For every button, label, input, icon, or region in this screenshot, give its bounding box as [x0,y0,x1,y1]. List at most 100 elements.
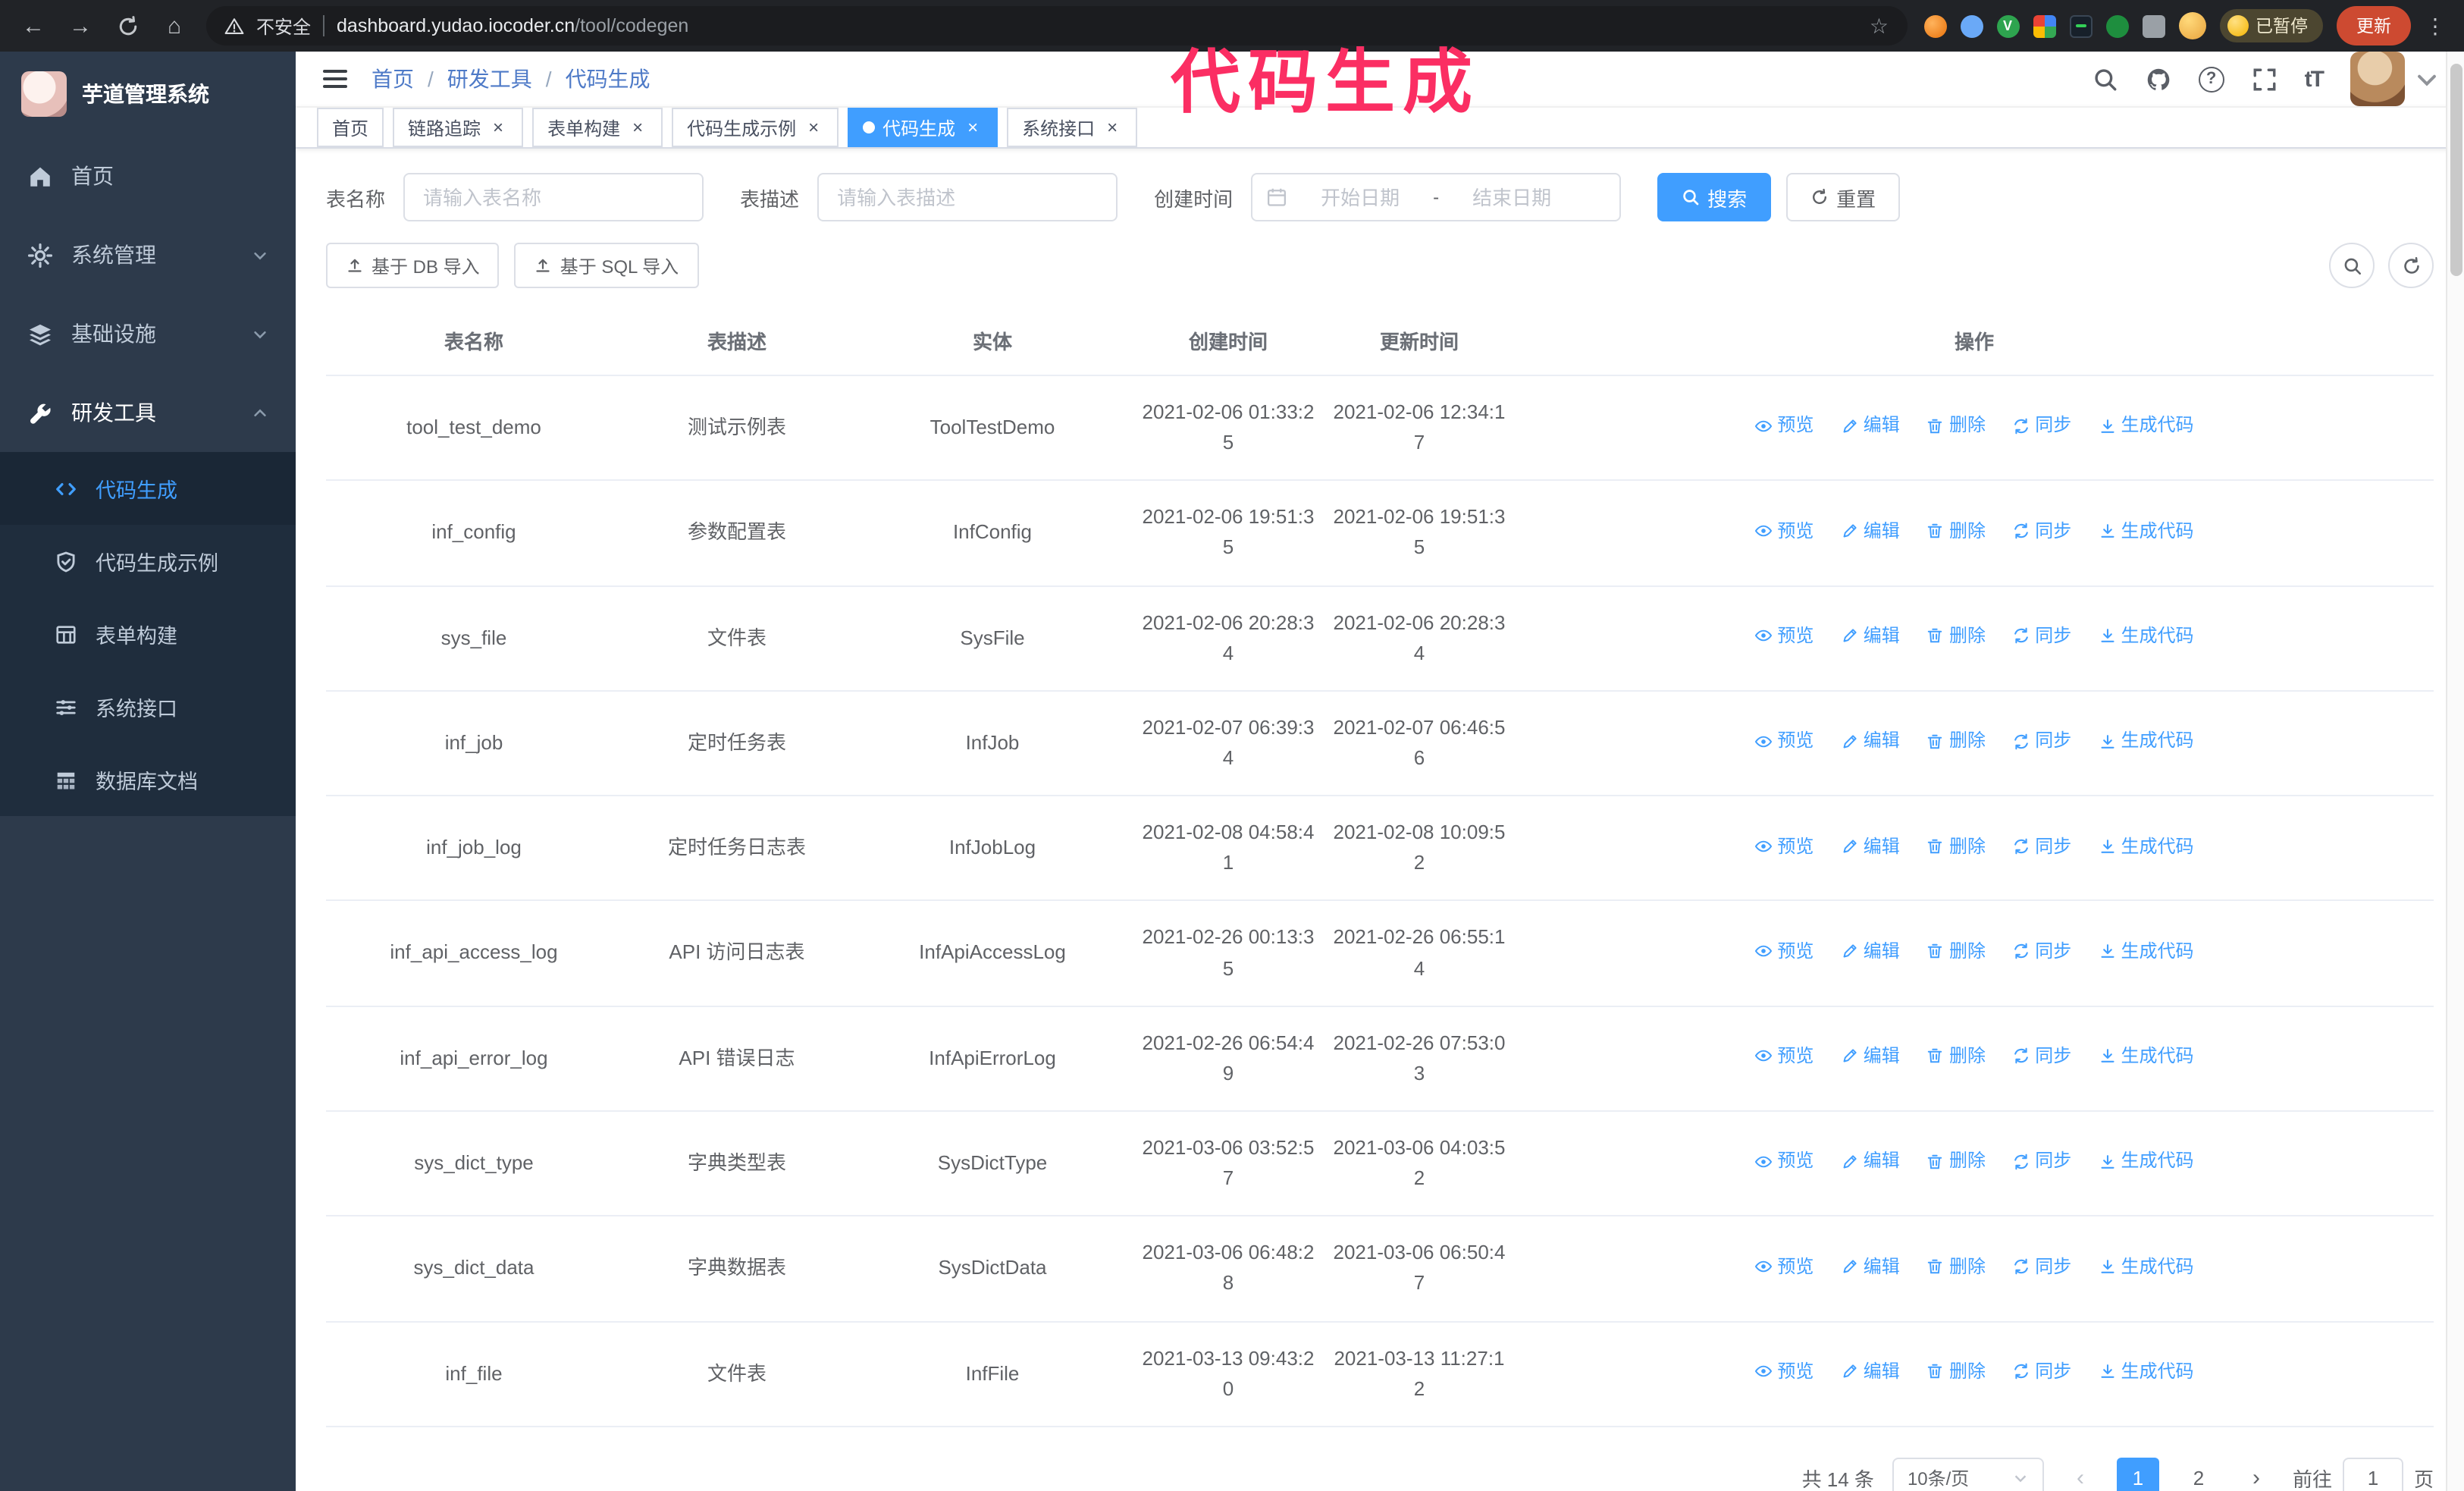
generate-code-link[interactable]: 生成代码 [2099,1252,2194,1280]
help-icon[interactable]: ? [2198,66,2224,92]
preview-link[interactable]: 预览 [1754,1042,1814,1070]
date-range-picker[interactable]: - [1251,173,1622,221]
sync-link[interactable]: 同步 [2012,516,2071,545]
goto-page-input[interactable] [2342,1457,2403,1491]
tab-trace[interactable]: 链路追踪 × [393,108,524,147]
sync-link[interactable]: 同步 [2012,1042,2071,1070]
font-size-icon[interactable]: tT [2305,66,2324,92]
hamburger-button[interactable] [320,64,350,94]
extension-icon[interactable] [1923,14,1946,37]
back-button[interactable]: ← [18,13,49,39]
edit-link[interactable]: 编辑 [1841,1147,1900,1176]
preview-link[interactable]: 预览 [1754,412,1814,440]
sync-link[interactable]: 同步 [2012,412,2071,440]
delete-link[interactable]: 删除 [1926,516,1986,545]
sync-link[interactable]: 同步 [2012,1147,2071,1176]
end-date-input[interactable] [1445,186,1579,209]
preview-link[interactable]: 预览 [1754,832,1814,860]
table-name-input[interactable] [403,173,704,221]
refresh-table-button[interactable] [2388,243,2434,288]
generate-code-link[interactable]: 生成代码 [2099,412,2194,440]
search-icon[interactable] [2093,66,2118,92]
sidebar-subitem-system-api[interactable]: 系统接口 [0,670,296,743]
preview-link[interactable]: 预览 [1754,1147,1814,1176]
delete-link[interactable]: 删除 [1926,1252,1986,1280]
edit-link[interactable]: 编辑 [1841,412,1900,440]
tab-codegen[interactable]: 代码生成 × [848,108,998,147]
github-icon[interactable] [2146,66,2171,92]
page-button-2[interactable]: 2 [2177,1458,2220,1491]
edit-link[interactable]: 编辑 [1841,832,1900,860]
paused-badge[interactable]: 已暂停 [2219,9,2323,42]
delete-link[interactable]: 删除 [1926,622,1986,650]
tab-home[interactable]: 首页 [317,108,384,147]
delete-link[interactable]: 删除 [1926,1358,1986,1386]
preview-link[interactable]: 预览 [1754,516,1814,545]
close-icon[interactable]: × [804,118,823,137]
sidebar-subitem-codegen-example[interactable]: 代码生成示例 [0,525,296,598]
delete-link[interactable]: 删除 [1926,412,1986,440]
address-bar[interactable]: 不安全 dashboard.yudao.iocoder.cn/tool/code… [206,6,1907,46]
breadcrumb-item-dev-tools[interactable]: 研发工具 [447,64,532,94]
delete-link[interactable]: 删除 [1926,1147,1986,1176]
next-page-button[interactable]: › [2238,1458,2274,1491]
chevron-down-icon[interactable] [2414,66,2440,92]
preview-link[interactable]: 预览 [1754,1358,1814,1386]
scrollbar-thumb[interactable] [2450,64,2462,276]
update-button[interactable]: 更新 [2337,6,2411,46]
reset-button[interactable]: 重置 [1786,173,1901,221]
extension-icon[interactable] [2069,14,2092,37]
reload-button[interactable] [112,13,143,39]
generate-code-link[interactable]: 生成代码 [2099,832,2194,860]
close-icon[interactable]: × [1102,118,1122,137]
sync-link[interactable]: 同步 [2012,1252,2071,1280]
preview-link[interactable]: 预览 [1754,1252,1814,1280]
delete-link[interactable]: 删除 [1926,832,1986,860]
user-menu[interactable] [2350,52,2440,106]
prev-page-button[interactable]: ‹ [2062,1458,2099,1491]
sync-link[interactable]: 同步 [2012,1358,2071,1386]
browser-profile-avatar[interactable] [2178,12,2205,39]
delete-link[interactable]: 删除 [1926,727,1986,755]
import-sql-button[interactable]: 基于 SQL 导入 [514,243,699,288]
search-toggle-button[interactable] [2329,243,2375,288]
scrollbar-track[interactable] [2446,52,2464,1491]
sync-link[interactable]: 同步 [2012,832,2071,860]
breadcrumb-item-home[interactable]: 首页 [371,64,414,94]
sync-link[interactable]: 同步 [2012,622,2071,650]
delete-link[interactable]: 删除 [1926,937,1986,965]
sidebar-item-system-management[interactable]: 系统管理 [0,215,296,294]
generate-code-link[interactable]: 生成代码 [2099,516,2194,545]
extension-icon[interactable] [2105,14,2128,37]
edit-link[interactable]: 编辑 [1841,516,1900,545]
fullscreen-icon[interactable] [2252,66,2277,92]
preview-link[interactable]: 预览 [1754,937,1814,965]
table-desc-input[interactable] [817,173,1118,221]
extension-icon[interactable]: V [1996,14,2019,37]
bookmark-star-icon[interactable]: ☆ [1870,13,1889,39]
forward-button[interactable]: → [65,13,96,39]
tab-system-api[interactable]: 系统接口 × [1007,108,1138,147]
import-db-button[interactable]: 基于 DB 导入 [326,243,500,288]
generate-code-link[interactable]: 生成代码 [2099,727,2194,755]
generate-code-link[interactable]: 生成代码 [2099,1358,2194,1386]
edit-link[interactable]: 编辑 [1841,1358,1900,1386]
edit-link[interactable]: 编辑 [1841,622,1900,650]
sidebar-item-home[interactable]: 首页 [0,137,296,215]
browser-menu-icon[interactable]: ⋮ [2425,13,2446,39]
tab-form-builder[interactable]: 表单构建 × [532,108,663,147]
sidebar-subitem-db-doc[interactable]: 数据库文档 [0,743,296,816]
close-icon[interactable]: × [488,118,508,137]
sync-link[interactable]: 同步 [2012,727,2071,755]
extension-icon[interactable] [2142,14,2165,37]
preview-link[interactable]: 预览 [1754,622,1814,650]
search-button[interactable]: 搜索 [1657,173,1772,221]
avatar[interactable] [2350,52,2405,106]
page-size-select[interactable]: 10条/页 [1892,1457,2044,1491]
generate-code-link[interactable]: 生成代码 [2099,1042,2194,1070]
page-button-1[interactable]: 1 [2116,1457,2159,1491]
extension-icon[interactable] [1960,14,1983,37]
generate-code-link[interactable]: 生成代码 [2099,622,2194,650]
home-button[interactable]: ⌂ [159,13,190,39]
close-icon[interactable]: × [963,118,983,137]
